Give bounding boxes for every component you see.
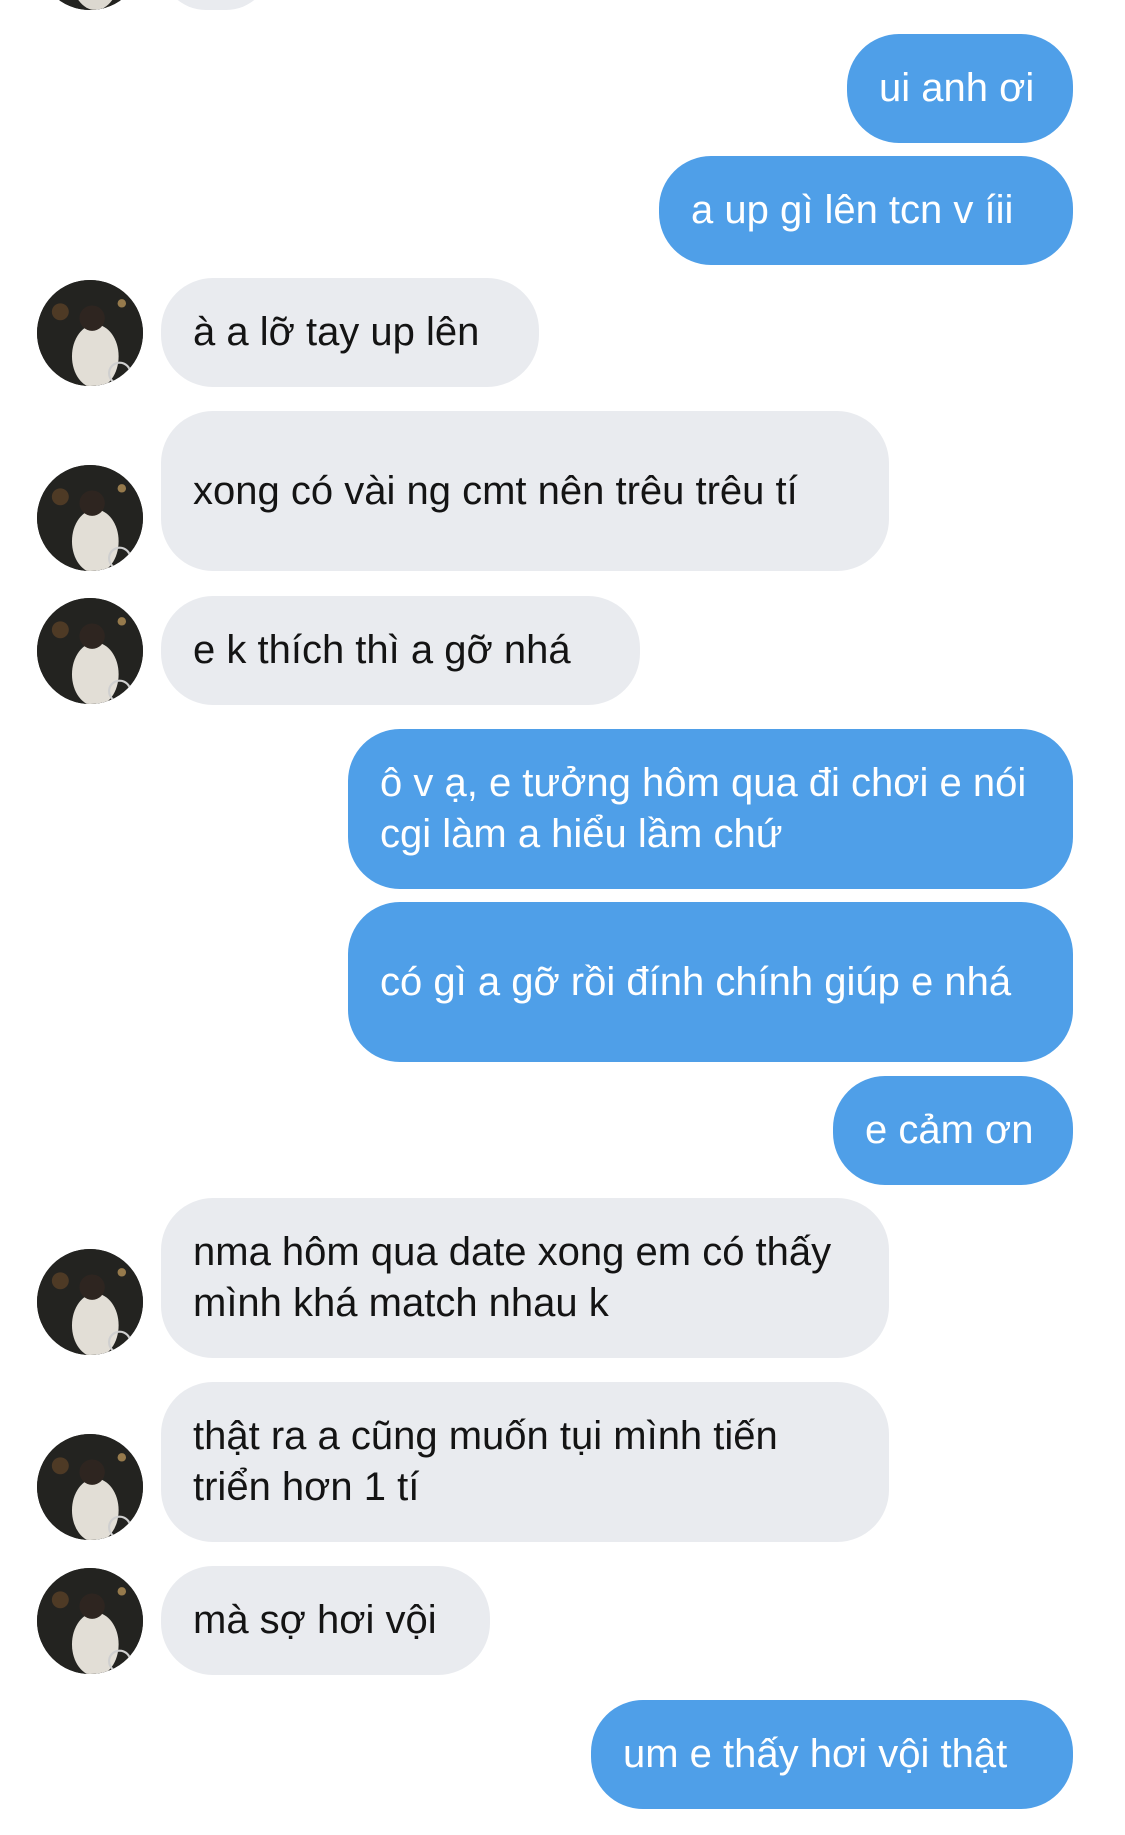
message-text: e cảm ơn bbox=[865, 1108, 1034, 1152]
contact-avatar[interactable] bbox=[37, 1434, 143, 1540]
avatar-photo-icon bbox=[37, 0, 143, 10]
message-bubble-outgoing[interactable]: ô v ạ, e tưởng hôm qua đi chơi e nói cgi… bbox=[348, 729, 1073, 889]
message-bubble-incoming[interactable]: xong có vài ng cmt nên trêu trêu tí bbox=[161, 411, 889, 571]
avatar-photo-icon bbox=[37, 1568, 143, 1674]
contact-avatar[interactable] bbox=[37, 598, 143, 704]
avatar-photo-icon bbox=[37, 280, 143, 386]
message-bubble-outgoing[interactable]: a up gì lên tcn v íii bbox=[659, 156, 1073, 265]
message-bubble-incoming[interactable]: nma hôm qua date xong em có thấy mình kh… bbox=[161, 1198, 889, 1358]
message-bubble-outgoing[interactable]: có gì a gỡ rồi đính chính giúp e nhá bbox=[348, 902, 1073, 1062]
contact-avatar[interactable] bbox=[37, 0, 143, 10]
avatar-photo-icon bbox=[37, 1249, 143, 1355]
message-text: a up gì lên tcn v íii bbox=[691, 188, 1014, 232]
contact-avatar[interactable] bbox=[37, 465, 143, 571]
message-text: xong có vài ng cmt nên trêu trêu tí bbox=[193, 468, 798, 513]
message-text: nma hôm qua date xong em có thấy mình kh… bbox=[193, 1230, 832, 1325]
avatar-photo-icon bbox=[37, 465, 143, 571]
message-bubble-incoming-partial bbox=[161, 0, 271, 10]
message-text: um e thấy hơi vội thật bbox=[623, 1732, 1008, 1776]
message-bubble-outgoing[interactable]: ui anh ơi bbox=[847, 34, 1073, 143]
avatar-photo-icon bbox=[37, 598, 143, 704]
message-bubble-incoming[interactable]: mà sợ hơi vội bbox=[161, 1566, 490, 1675]
message-text: e k thích thì a gỡ nhá bbox=[193, 628, 571, 672]
message-bubble-incoming[interactable]: à a lỡ tay up lên bbox=[161, 278, 539, 387]
message-bubble-outgoing[interactable]: e cảm ơn bbox=[833, 1076, 1073, 1185]
message-text: thật ra a cũng muốn tụi mình tiến triển … bbox=[193, 1414, 778, 1509]
message-bubble-incoming[interactable]: thật ra a cũng muốn tụi mình tiến triển … bbox=[161, 1382, 889, 1542]
message-bubble-incoming[interactable]: e k thích thì a gỡ nhá bbox=[161, 596, 640, 705]
message-text: có gì a gỡ rồi đính chính giúp e nhá bbox=[380, 959, 1012, 1004]
message-text: à a lỡ tay up lên bbox=[193, 310, 480, 354]
message-text: mà sợ hơi vội bbox=[193, 1598, 437, 1642]
message-bubble-outgoing[interactable]: um e thấy hơi vội thật bbox=[591, 1700, 1073, 1809]
message-text: ô v ạ, e tưởng hôm qua đi chơi e nói cgi… bbox=[380, 761, 1027, 856]
contact-avatar[interactable] bbox=[37, 1568, 143, 1674]
message-text: ui anh ơi bbox=[879, 66, 1035, 110]
avatar-photo-icon bbox=[37, 1434, 143, 1540]
contact-avatar[interactable] bbox=[37, 280, 143, 386]
contact-avatar[interactable] bbox=[37, 1249, 143, 1355]
